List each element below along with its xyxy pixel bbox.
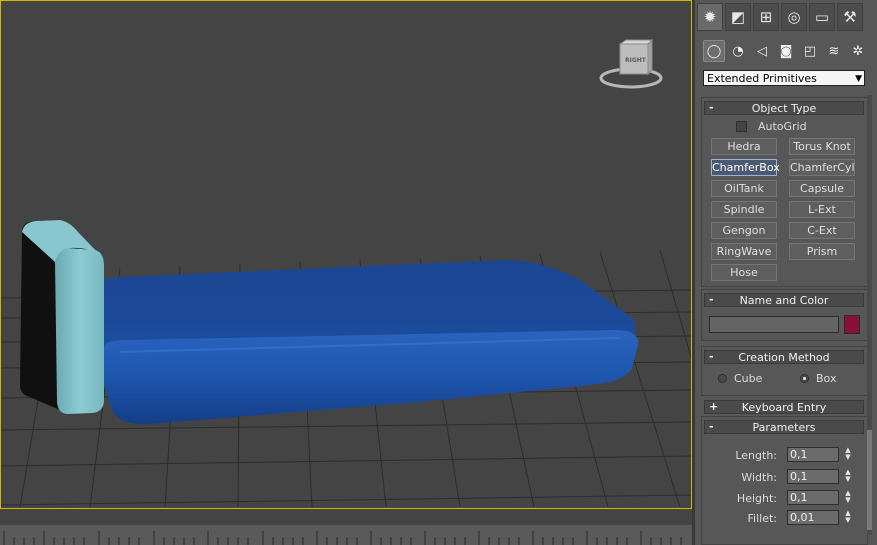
- lights-icon: ◁: [757, 43, 767, 59]
- hedra-button[interactable]: Hedra: [711, 138, 777, 155]
- width-input[interactable]: 0,1: [787, 469, 839, 484]
- box-radio[interactable]: [800, 374, 809, 383]
- fillet-spinner[interactable]: ▲ ▼: [843, 510, 853, 525]
- geometry-icon: ◯: [706, 43, 722, 59]
- perspective-viewport[interactable]: RIGHT: [0, 0, 692, 545]
- width-spinner[interactable]: ▲ ▼: [843, 469, 853, 484]
- gengon-button[interactable]: Gengon: [711, 222, 777, 239]
- length-input[interactable]: 0,1: [787, 447, 839, 462]
- length-label: Length:: [735, 449, 777, 462]
- chamferbox-button[interactable]: ChamferBox: [711, 159, 780, 176]
- utilities-icon: ⚒: [843, 8, 857, 26]
- box-radio-label: Box: [816, 372, 837, 385]
- create-icon: ✹: [703, 8, 717, 26]
- helpers-icon: ◰: [803, 43, 817, 59]
- category-dropdown-value: Extended Primitives: [707, 72, 817, 85]
- viewcube[interactable]: RIGHT: [598, 38, 668, 94]
- oiltank-button[interactable]: OilTank: [711, 180, 777, 197]
- c-ext-button[interactable]: C-Ext: [789, 222, 855, 239]
- torus-knot-button[interactable]: Torus Knot: [789, 138, 855, 155]
- ringwave-button[interactable]: RingWave: [711, 243, 777, 260]
- creation-method-header[interactable]: - Creation Method: [704, 350, 864, 364]
- object-name-input[interactable]: [709, 316, 839, 333]
- shapes-icon: ◔: [732, 43, 744, 59]
- collapse-icon: -: [709, 420, 714, 433]
- utilities-tab[interactable]: ⚒: [837, 3, 863, 31]
- viewcube-icon: [599, 38, 663, 89]
- fillet-label: Fillet:: [747, 512, 777, 525]
- category-dropdown[interactable]: Extended Primitives ▼: [703, 70, 865, 86]
- prism-button[interactable]: Prism: [789, 243, 855, 260]
- parameters-title: Parameters: [752, 421, 816, 434]
- shapes-tab[interactable]: ◔: [727, 40, 749, 62]
- hose-button[interactable]: Hose: [711, 264, 777, 281]
- creation-method-title: Creation Method: [738, 351, 830, 364]
- viewcube-face-label: RIGHT: [625, 57, 646, 64]
- geometry-tab[interactable]: ◯: [703, 40, 725, 62]
- object-type-header[interactable]: - Object Type: [704, 101, 864, 115]
- width-label: Width:: [741, 471, 777, 484]
- command-panel-tabs: ✹ ◩ ⊞ ◎ ▭ ⚒: [695, 3, 877, 33]
- fillet-input[interactable]: 0,01: [787, 510, 839, 525]
- spindle-button[interactable]: Spindle: [711, 201, 777, 218]
- autogrid-checkbox[interactable]: [736, 121, 747, 132]
- motion-icon: ◎: [787, 8, 801, 26]
- systems-tab[interactable]: ✲: [847, 40, 869, 62]
- cameras-tab[interactable]: ◙: [775, 40, 797, 62]
- scrollbar-thumb[interactable]: [867, 430, 872, 530]
- height-label: Height:: [736, 492, 777, 505]
- time-ruler-ticks: [3, 531, 682, 545]
- capsule-button[interactable]: Capsule: [789, 180, 855, 197]
- object-color-swatch[interactable]: [844, 315, 860, 334]
- scene-render: [0, 220, 692, 508]
- name-and-color-header[interactable]: - Name and Color: [704, 293, 864, 307]
- display-icon: ▭: [814, 8, 830, 26]
- height-input[interactable]: 0,1: [787, 490, 839, 505]
- keyboard-entry-header[interactable]: + Keyboard Entry: [704, 400, 864, 414]
- modify-tab[interactable]: ◩: [725, 3, 751, 31]
- create-tab[interactable]: ✹: [697, 3, 723, 31]
- systems-icon: ✲: [852, 43, 864, 59]
- helpers-tab[interactable]: ◰: [799, 40, 821, 62]
- name-and-color-title: Name and Color: [739, 294, 829, 307]
- l-ext-button[interactable]: L-Ext: [789, 201, 855, 218]
- chamfercyl-button[interactable]: ChamferCyl: [789, 159, 855, 176]
- keyboard-entry-title: Keyboard Entry: [741, 401, 827, 414]
- chamferbox-headboard: [20, 220, 104, 414]
- chevron-down-icon: ▼: [855, 74, 862, 84]
- lights-tab[interactable]: ◁: [751, 40, 773, 62]
- modify-icon: ◩: [730, 8, 746, 26]
- cube-radio[interactable]: [718, 374, 727, 383]
- chamferbox-mattress: [100, 259, 639, 425]
- space-warps-tab[interactable]: ≋: [823, 40, 845, 62]
- command-panel: ✹ ◩ ⊞ ◎ ▭ ⚒ ◯ ◔ ◁ ◙ ◰ ≋ ✲ Extended Primi…: [695, 0, 877, 545]
- cameras-icon: ◙: [779, 43, 793, 59]
- height-spinner[interactable]: ▲ ▼: [843, 490, 853, 505]
- display-tab[interactable]: ▭: [809, 3, 835, 31]
- space-warps-icon: ≋: [828, 43, 840, 59]
- autogrid-label: AutoGrid: [758, 120, 807, 133]
- collapse-icon: -: [709, 350, 714, 363]
- create-category-tabs: ◯ ◔ ◁ ◙ ◰ ≋ ✲: [703, 40, 875, 62]
- cube-radio-label: Cube: [734, 372, 763, 385]
- command-panel-scrollbar[interactable]: [867, 95, 872, 535]
- expand-icon: +: [709, 400, 719, 413]
- motion-tab[interactable]: ◎: [781, 3, 807, 31]
- length-spinner[interactable]: ▲ ▼: [843, 447, 853, 462]
- collapse-icon: -: [709, 101, 714, 114]
- hierarchy-tab[interactable]: ⊞: [753, 3, 779, 31]
- time-ruler[interactable]: [0, 525, 692, 545]
- collapse-icon: -: [709, 293, 714, 306]
- hierarchy-icon: ⊞: [759, 8, 773, 26]
- parameters-header[interactable]: - Parameters: [704, 420, 864, 434]
- object-type-title: Object Type: [751, 102, 817, 115]
